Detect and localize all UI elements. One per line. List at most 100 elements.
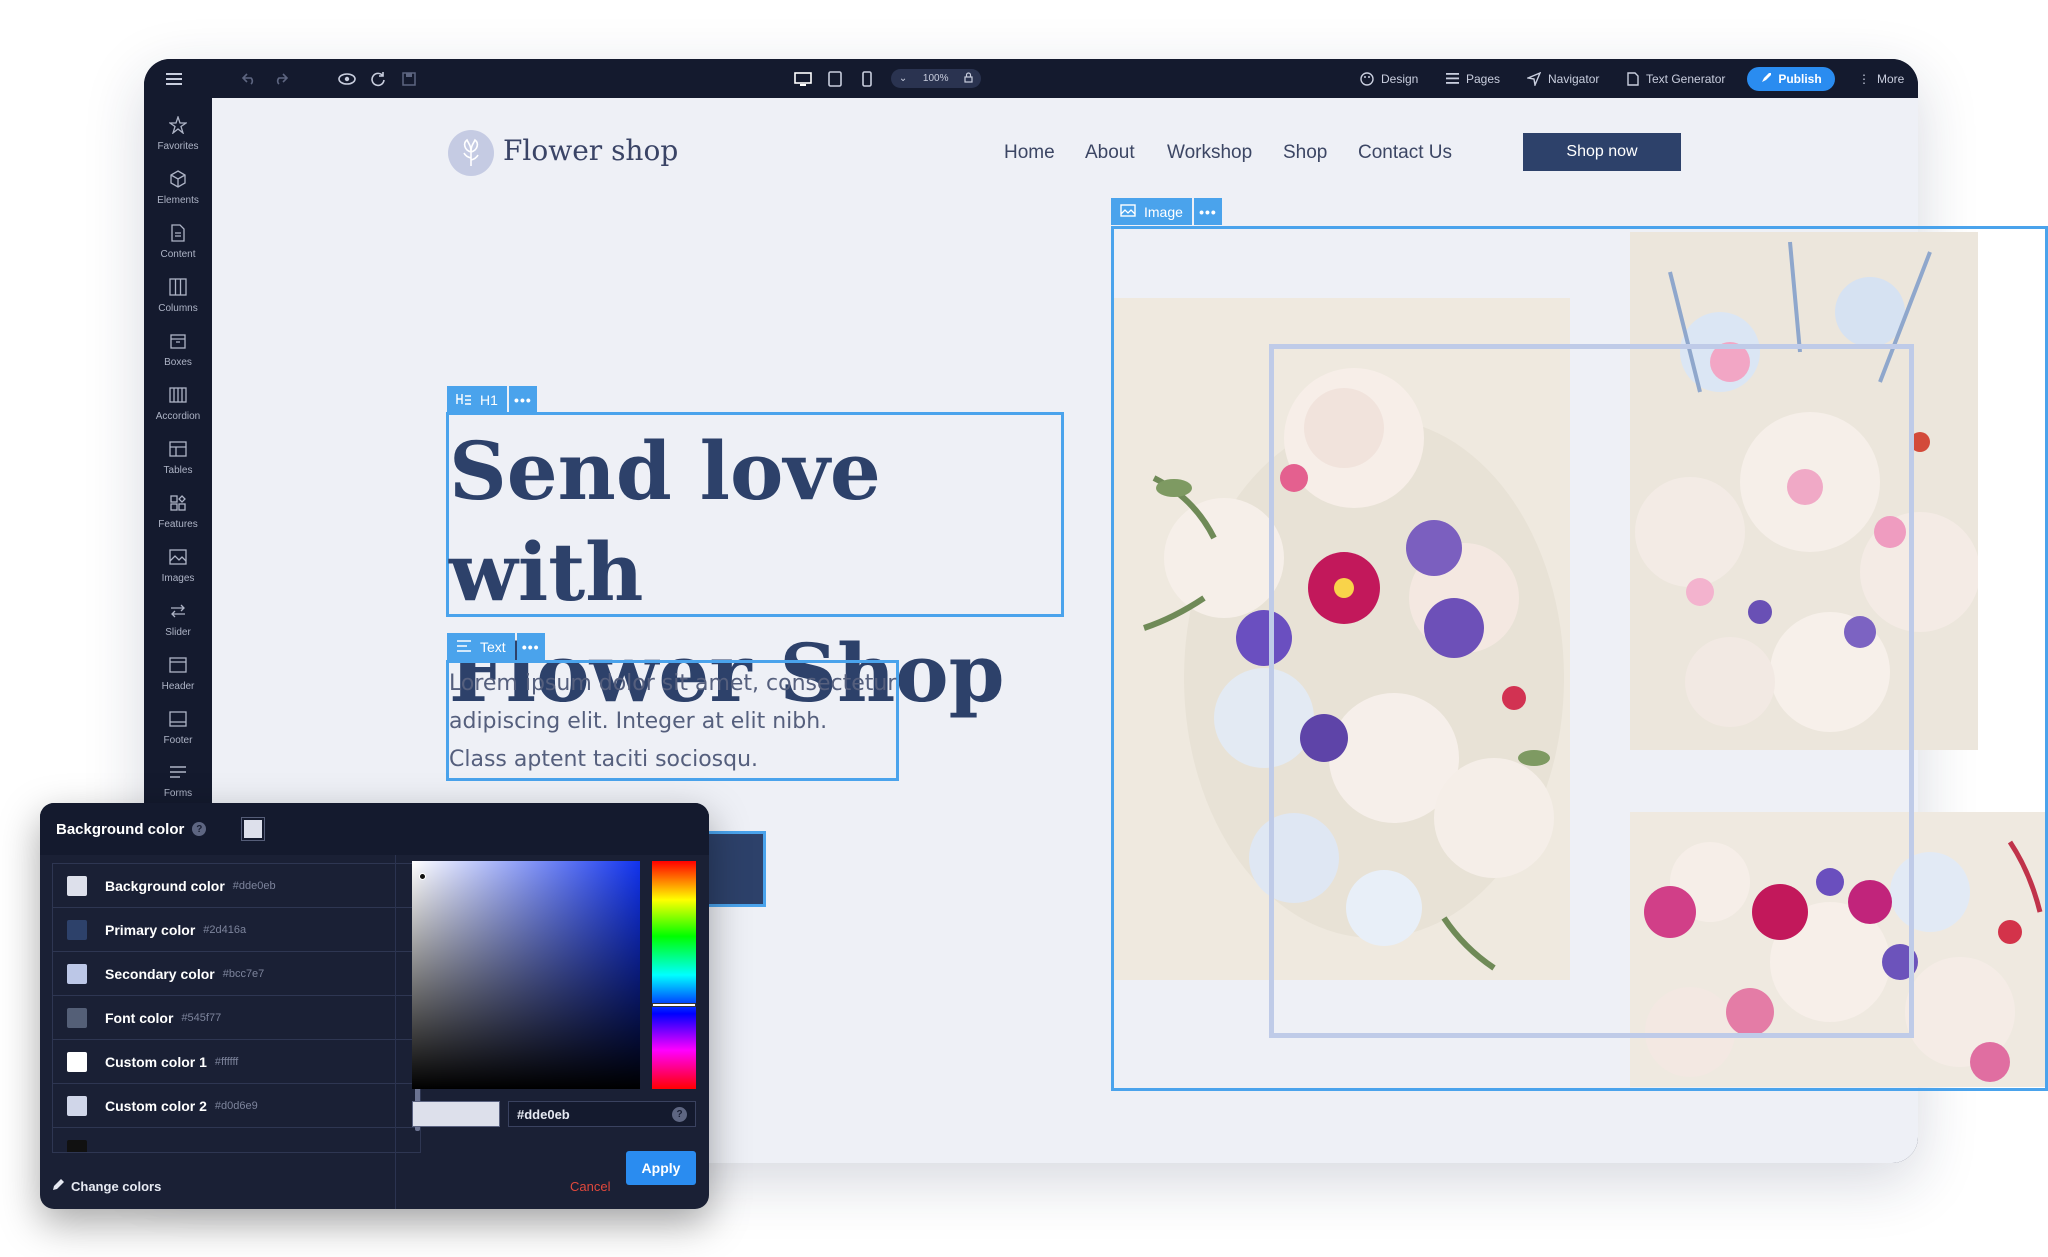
sidebar-item-columns[interactable]: Columns <box>144 270 212 322</box>
sidebar-item-tables[interactable]: Tables <box>144 432 212 484</box>
chevron-down-icon: ⌄ <box>898 73 908 84</box>
heading-icon <box>456 392 472 408</box>
change-colors-link[interactable]: Change colors <box>52 1163 395 1209</box>
sidebar-item-label: Images <box>161 573 195 584</box>
sidebar-item-label: Tables <box>163 465 193 476</box>
refresh-icon[interactable] <box>370 59 386 98</box>
sidebar-item-header[interactable]: Header <box>144 648 212 700</box>
nav-link-home[interactable]: Home <box>1004 142 1055 164</box>
flower-logo-icon <box>448 130 494 176</box>
image-selection-toolbar[interactable]: Image ••• <box>1111 198 1222 225</box>
image-tag[interactable]: Image <box>1111 198 1192 225</box>
text-tag-label: Text <box>480 638 506 655</box>
cube-icon <box>169 170 187 191</box>
redo-icon[interactable] <box>274 59 288 98</box>
mobile-view-icon[interactable] <box>862 59 872 98</box>
help-icon[interactable]: ? <box>192 822 207 836</box>
brand-name[interactable]: Flower shop <box>503 134 678 167</box>
swatch-primary-color[interactable]: Primary color #2d416a <box>53 908 415 952</box>
swatch-next-partial[interactable] <box>53 1128 415 1152</box>
pages-menu-label: Pages <box>1466 71 1501 86</box>
nav-link-workshop[interactable]: Workshop <box>1167 142 1252 164</box>
rocket-icon <box>1760 72 1772 87</box>
accordion-icon <box>169 386 187 407</box>
sidebar-item-content[interactable]: Content <box>144 216 212 268</box>
sidebar-item-accordion[interactable]: Accordion <box>144 378 212 430</box>
header-icon <box>169 656 187 677</box>
sidebar-item-boxes[interactable]: Boxes <box>144 324 212 376</box>
more-options-icon[interactable]: ••• <box>508 386 537 413</box>
more-options-icon[interactable]: ••• <box>1193 198 1222 225</box>
swatch-secondary-color[interactable]: Secondary color #bcc7e7 <box>53 952 415 996</box>
h1-tag[interactable]: H1 <box>447 386 507 413</box>
hero-paragraph[interactable]: Lorem ipsum dolor sit amet, consectetur … <box>449 665 899 779</box>
desktop-view-icon[interactable] <box>794 59 812 98</box>
hue-slider-handle[interactable] <box>652 1003 696 1007</box>
nav-link-about[interactable]: About <box>1085 142 1135 164</box>
publish-button[interactable]: Publish <box>1747 67 1835 91</box>
swatch-hex: #ffffff <box>214 1055 239 1068</box>
preview-eye-icon[interactable] <box>338 59 356 98</box>
swatch-name: Custom color 1 <box>105 1053 207 1070</box>
save-icon[interactable] <box>402 59 416 98</box>
nav-link-shop[interactable]: Shop <box>1283 142 1327 164</box>
more-menu[interactable]: ⋮ More <box>1858 59 1904 98</box>
pencil-icon <box>52 1178 65 1194</box>
more-options-icon[interactable]: ••• <box>516 633 545 660</box>
sidebar-item-features[interactable]: Features <box>144 486 212 538</box>
help-icon[interactable]: ? <box>672 1106 687 1122</box>
swatch-hex: #dde0eb <box>232 879 276 892</box>
design-menu[interactable]: Design <box>1360 59 1418 98</box>
list-icon <box>1446 73 1459 84</box>
swatch-custom-color-2[interactable]: Custom color 2 #d0d6e9 <box>53 1084 415 1128</box>
pages-menu[interactable]: Pages <box>1446 59 1500 98</box>
saturation-value-area[interactable] <box>412 861 640 1089</box>
text-generator-menu[interactable]: Text Generator <box>1627 59 1725 98</box>
apply-button[interactable]: Apply <box>626 1151 696 1185</box>
more-vertical-icon: ⋮ <box>1858 71 1870 86</box>
align-left-icon <box>456 639 472 655</box>
sidebar-item-elements[interactable]: Elements <box>144 162 212 214</box>
nav-link-contact[interactable]: Contact Us <box>1358 142 1452 164</box>
swatch-name: Secondary color <box>105 965 215 982</box>
swatch-chip <box>67 1139 87 1152</box>
hex-input[interactable]: #dde0eb ? <box>508 1101 696 1127</box>
h1-selection-toolbar[interactable]: H1 ••• <box>447 386 537 413</box>
document-icon <box>170 224 186 245</box>
sidebar-item-footer[interactable]: Footer <box>144 702 212 754</box>
navigator-icon <box>1527 71 1541 86</box>
sidebar-item-images[interactable]: Images <box>144 540 212 592</box>
sidebar-item-favorites[interactable]: Favorites <box>144 108 212 160</box>
swatch-hex: #bcc7e7 <box>222 967 265 980</box>
sidebar-item-label: Footer <box>163 735 193 746</box>
sidebar-item-forms[interactable]: Forms <box>144 756 212 808</box>
sidebar-item-label: Elements <box>157 195 199 206</box>
text-selection-toolbar[interactable]: Text ••• <box>447 633 545 660</box>
image-selection-outline[interactable] <box>1111 226 2048 1091</box>
shop-now-button[interactable]: Shop now <box>1523 133 1681 171</box>
headline-line-1: Send love with <box>449 424 881 619</box>
hue-slider[interactable] <box>652 861 696 1089</box>
zoom-control[interactable]: ⌄ 100% <box>891 69 981 88</box>
current-color-preview[interactable] <box>241 817 266 841</box>
undo-icon[interactable] <box>242 59 256 98</box>
hex-value: #dde0eb <box>517 1106 570 1122</box>
color-picker-cursor[interactable] <box>419 873 426 880</box>
tablet-view-icon[interactable] <box>828 59 842 98</box>
swatch-name: Background color <box>105 877 225 894</box>
cancel-button[interactable]: Cancel <box>570 1169 610 1203</box>
picker-title: Background color <box>56 820 185 838</box>
document-icon <box>1627 71 1639 86</box>
navigator-menu[interactable]: Navigator <box>1527 59 1599 98</box>
sidebar-item-slider[interactable]: Slider <box>144 594 212 646</box>
hamburger-menu-icon[interactable] <box>166 59 182 98</box>
text-tag[interactable]: Text <box>447 633 515 660</box>
swatch-chip <box>67 1095 87 1116</box>
hero-button-selected[interactable] <box>700 831 766 907</box>
change-colors-label: Change colors <box>71 1178 162 1194</box>
swatch-custom-color-1[interactable]: Custom color 1 #ffffff <box>53 1040 415 1084</box>
image-icon <box>1120 203 1136 220</box>
swatch-font-color[interactable]: Font color #545f77 <box>53 996 415 1040</box>
paragraph-line-1: Lorem ipsum dolor sit amet, consectetur <box>449 671 897 696</box>
swatch-background-color[interactable]: Background color #dde0eb <box>53 864 415 908</box>
